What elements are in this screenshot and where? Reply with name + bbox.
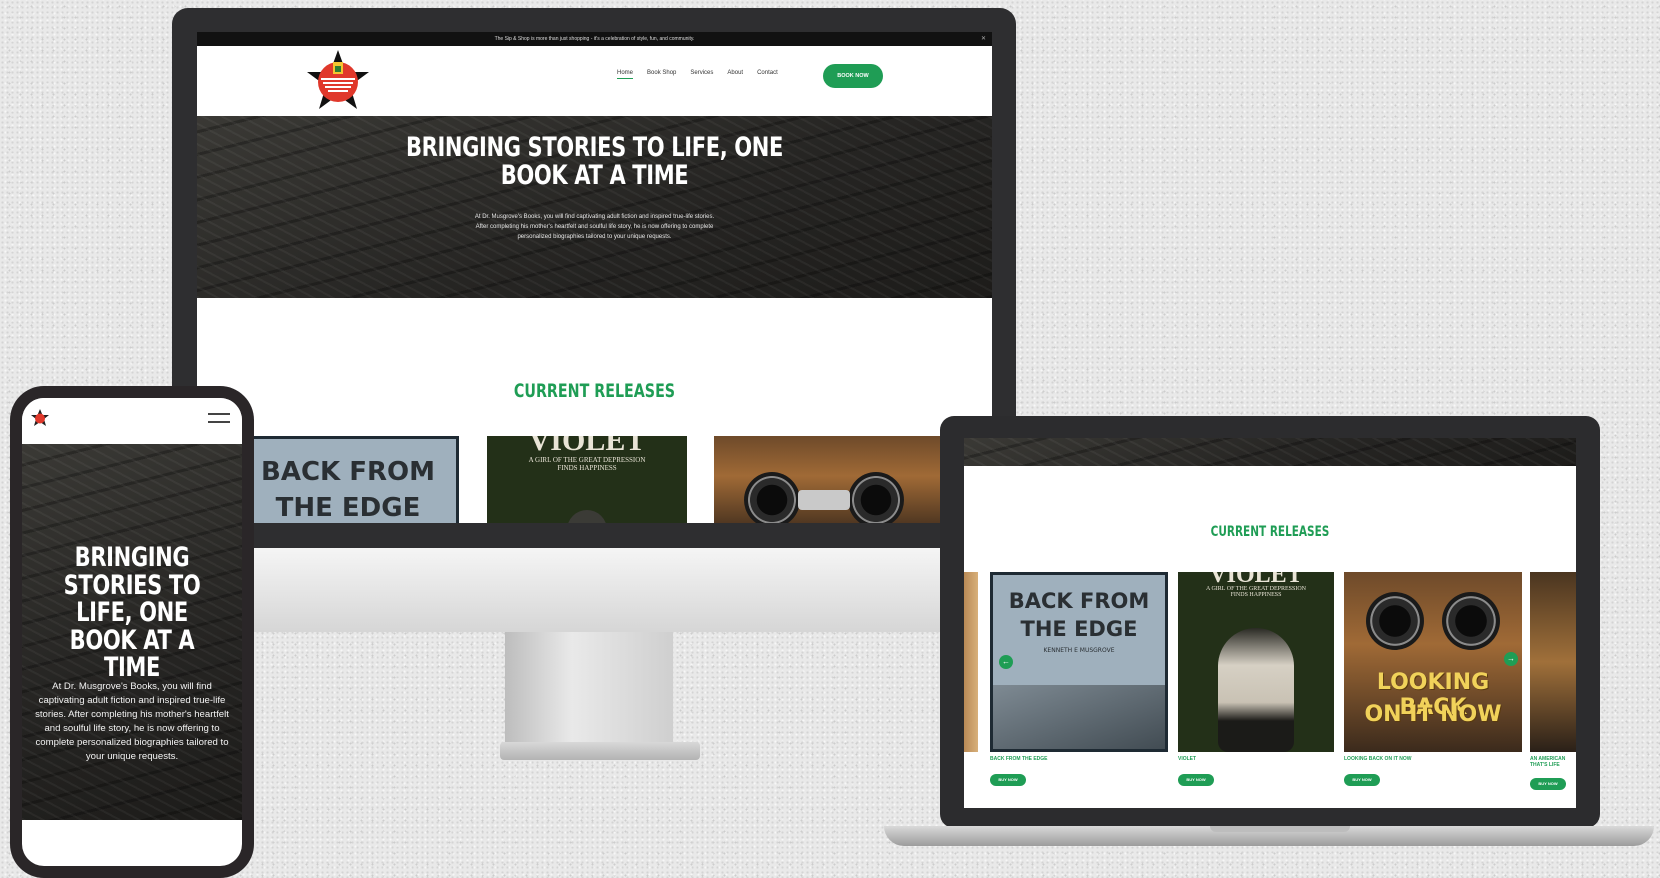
binocular-bridge	[798, 490, 850, 510]
book-cover-looking-back[interactable]	[714, 436, 944, 523]
cover-title-line2: ON IT NOW	[1364, 702, 1502, 727]
nav-contact[interactable]: Contact	[757, 70, 778, 79]
cover-title: VIOLET	[528, 436, 646, 457]
phone-hero: BRINGING STORIES TO LIFE, ONE BOOK AT A …	[22, 444, 242, 820]
buy-now-button[interactable]: BUY NOW	[1178, 774, 1214, 786]
nav-services[interactable]: Services	[690, 70, 713, 79]
book-title[interactable]: VIOLET	[1178, 756, 1196, 762]
cover-title-line1: BACK FROM	[261, 457, 435, 487]
cover-subtitle: A GIRL OF THE GREAT DEPRESSION FINDS HAP…	[528, 456, 646, 472]
phone-hero-subtitle: At Dr. Musgrove's Books, you will find c…	[35, 681, 229, 762]
cover-title-line2: THE EDGE	[1020, 617, 1138, 641]
portrait	[1218, 628, 1294, 752]
laptop-current-releases-heading: CURRENT RELEASES	[1210, 524, 1330, 540]
binocular-lens-right	[848, 472, 904, 523]
current-releases-heading: CURRENT RELEASES	[513, 380, 676, 402]
next-arrow-icon[interactable]: →	[1504, 652, 1518, 666]
book-cover-back-from-the-edge[interactable]: BACK FROM THE EDGE	[237, 436, 459, 523]
phone-screen: BRINGING STORIES TO LIFE, ONE BOOK AT A …	[22, 398, 242, 866]
laptop-book-cover-violet[interactable]: VIOLET A GIRL OF THE GREAT DEPRESSION FI…	[1178, 572, 1334, 752]
binocular-lens-left	[1366, 592, 1424, 650]
laptop-hero-strip	[964, 438, 1576, 466]
announcement-bar: The Sip & Shop is more than just shoppin…	[197, 32, 992, 46]
prev-arrow-icon[interactable]: ←	[999, 655, 1013, 669]
desktop-monitor-foot	[500, 742, 700, 760]
desktop-header: Home Book Shop Services About Contact BO…	[197, 46, 992, 116]
hero-title: BRINGING STORIES TO LIFE, ONE BOOK AT A …	[405, 132, 784, 191]
laptop-notch	[1210, 826, 1350, 832]
binocular-lens-right	[1442, 592, 1500, 650]
laptop-book-cover-back-from-the-edge[interactable]: BACK FROM THE EDGE KENNETH E MUSGROVE ←	[990, 572, 1168, 752]
nav-book-shop[interactable]: Book Shop	[647, 70, 676, 79]
desktop-monitor-chin	[172, 548, 1016, 632]
cover-title-line2: THE EDGE	[275, 493, 421, 523]
cover-subtitle: A GIRL OF THE GREAT DEPRESSION FINDS HAP…	[1205, 586, 1307, 598]
book-now-button[interactable]: BOOK NOW	[823, 64, 883, 88]
book-cover-partial-left[interactable]	[964, 572, 978, 752]
desktop-screen: The Sip & Shop is more than just shoppin…	[197, 32, 992, 523]
book-cover-violet[interactable]: VIOLET A GIRL OF THE GREAT DEPRESSION FI…	[487, 436, 687, 523]
nav-about[interactable]: About	[727, 70, 743, 79]
desktop-nav-menu: Home Book Shop Services About Contact	[617, 70, 778, 79]
laptop-screen: CURRENT RELEASES BACK FROM THE EDGE KENN…	[964, 438, 1576, 808]
nav-home[interactable]: Home	[617, 70, 634, 79]
book-cover-partial-right[interactable]	[1530, 572, 1576, 752]
cover-title-line1: BACK FROM	[1008, 589, 1150, 613]
binocular-lens-left	[744, 472, 800, 523]
book-title[interactable]: BACK FROM THE EDGE	[990, 756, 1048, 762]
cover-author: KENNETH E MUSGROVE	[1043, 647, 1115, 654]
buy-now-button[interactable]: BUY NOW	[990, 774, 1026, 786]
phone-header	[22, 398, 242, 444]
site-logo[interactable]	[305, 48, 371, 112]
laptop-book-cover-looking-back[interactable]: LOOKING BACK ON IT NOW →	[1344, 572, 1522, 752]
portrait	[567, 510, 607, 523]
desktop-hero: BRINGING STORIES TO LIFE, ONE BOOK AT A …	[197, 116, 992, 298]
buy-now-button[interactable]: BUY NOW	[1530, 778, 1566, 790]
announcement-text: The Sip & Shop is more than just shoppin…	[494, 36, 695, 42]
close-icon[interactable]: ✕	[981, 32, 986, 46]
cliff-image	[993, 685, 1165, 749]
desktop-monitor-stand	[505, 632, 673, 742]
hamburger-menu-icon[interactable]	[208, 413, 230, 425]
book-title[interactable]: LOOKING BACK ON IT NOW	[1344, 756, 1412, 762]
phone-hero-title: BRINGING STORIES TO LIFE, ONE BOOK AT A …	[63, 542, 201, 684]
phone-logo[interactable]	[30, 408, 50, 428]
buy-now-button[interactable]: BUY NOW	[1344, 774, 1380, 786]
hero-subtitle: At Dr. Musgrove's Books, you will find c…	[474, 214, 715, 240]
book-title[interactable]: AN AMERICAN THAT'S LIFE	[1530, 756, 1570, 768]
